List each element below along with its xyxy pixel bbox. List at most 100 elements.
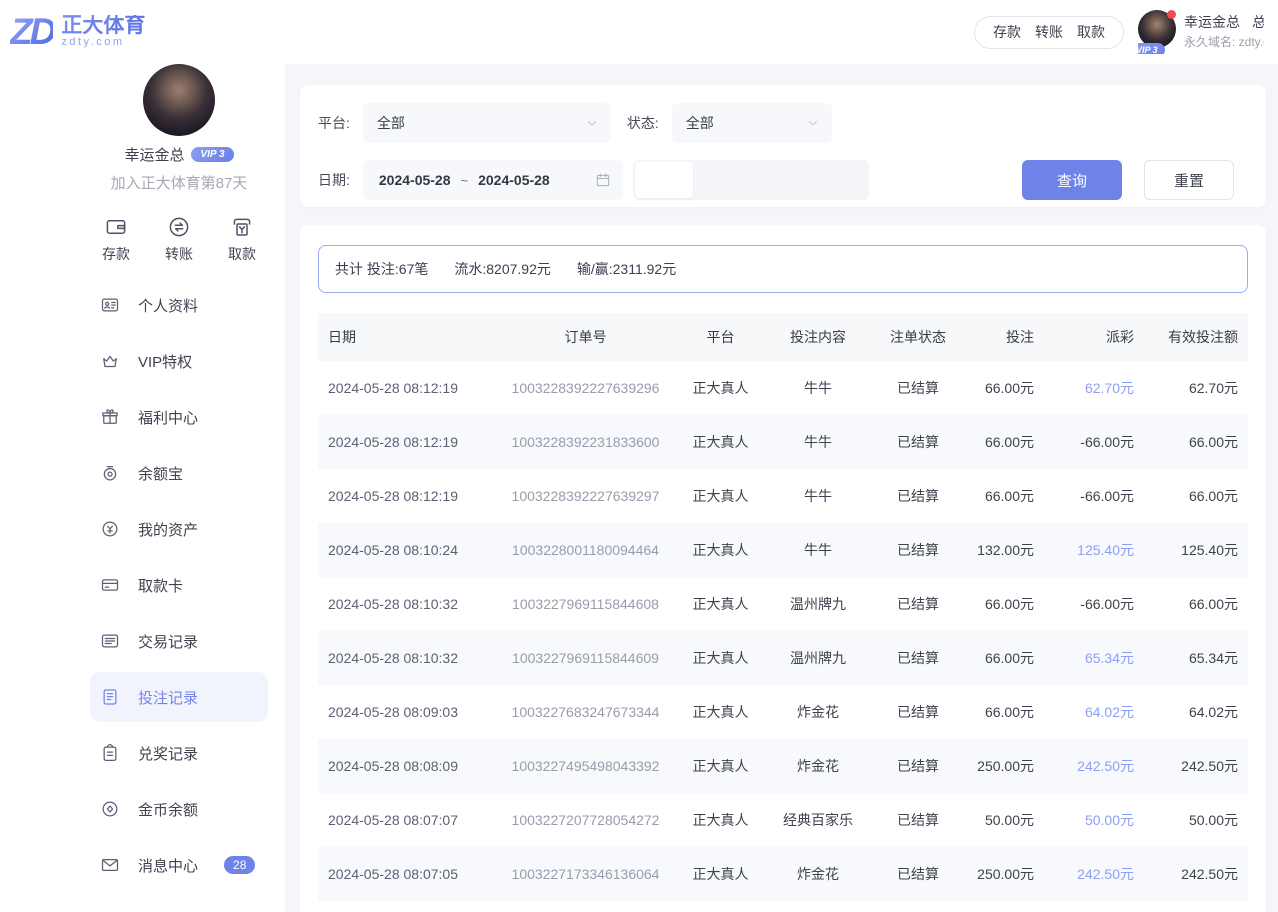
cell-bet-content: 经典百家乐 (763, 810, 873, 830)
deposit-link[interactable]: 存款 (993, 22, 1021, 42)
sidebar-item-assets[interactable]: 我的资产 (90, 504, 268, 554)
cell-bet-amount: 66.00元 (963, 378, 1048, 398)
cell-status: 已结算 (873, 648, 963, 668)
range-tab-today[interactable] (635, 162, 693, 198)
date-label: 日期: (318, 170, 350, 190)
permanent-domain: 永久域名: zdty.c (1184, 33, 1264, 51)
user-assets-label: 总资 (1252, 14, 1264, 30)
mail-icon (100, 855, 120, 875)
cell-bet-amount: 250.00元 (963, 864, 1048, 884)
quick-actions: 存款 转账 取款 (90, 215, 268, 264)
range-tab-last7[interactable] (751, 162, 809, 198)
summary-total: 共计 投注:67笔 (335, 259, 428, 279)
cell-payout: 65.34元 (1048, 648, 1148, 668)
range-tab-last30[interactable] (809, 162, 867, 198)
cell-valid-amount: 65.34元 (1148, 648, 1248, 668)
cell-status: 已结算 (873, 432, 963, 452)
search-button[interactable]: 查询 (1022, 160, 1122, 200)
cell-order-number: 1003228001180094464 (493, 542, 678, 558)
table-row: 2024-05-28 08:12:19 1003228392227639297 … (318, 469, 1248, 523)
cell-bet-content: 牛牛 (763, 540, 873, 560)
date-from: 2024-05-28 (379, 172, 451, 188)
filter-panel: 平台: 全部 状态: 全部 日期: 2024-05 (300, 85, 1266, 207)
cell-order-number: 1003227207728054272 (493, 812, 678, 828)
sidebar-item-profile[interactable]: 个人资料 (90, 280, 268, 330)
assets-icon (100, 519, 120, 539)
user-chip: VIP 3 幸运金总总资 永久域名: zdty.c (1138, 10, 1264, 54)
cell-order-number: 1003228392231833600 (493, 434, 678, 450)
table-row: 2024-05-28 08:07:05 1003227173346136064 … (318, 847, 1248, 901)
platform-label: 平台: (318, 113, 350, 133)
sidebar-item-vip[interactable]: VIP特权 (90, 336, 268, 386)
profile-avatar[interactable] (143, 64, 215, 136)
cell-bet-amount: 66.00元 (963, 432, 1048, 452)
cell-date: 2024-05-28 08:12:19 (318, 434, 493, 450)
cell-date: 2024-05-28 08:07:07 (318, 812, 493, 828)
table-row: 2024-05-28 08:10:32 1003227969115844609 … (318, 631, 1248, 685)
unread-count-badge: 28 (224, 856, 255, 874)
cell-payout: -66.00元 (1048, 486, 1148, 506)
cell-payout: 50.00元 (1048, 810, 1148, 830)
date-range-picker[interactable]: 2024-05-28 ~ 2024-05-28 (363, 160, 623, 200)
sidebar-item-bet-records[interactable]: 投注记录 (90, 672, 268, 722)
cell-valid-amount: 66.00元 (1148, 432, 1248, 452)
sidebar: 幸运金总 VIP 3 加入正大体育第87天 存款 转账 取款 (0, 64, 285, 912)
id-card-icon (100, 295, 120, 315)
wallet-icon (104, 215, 128, 239)
cell-platform: 正大真人 (678, 432, 763, 452)
cell-status: 已结算 (873, 378, 963, 398)
cell-bet-amount: 66.00元 (963, 486, 1048, 506)
sidebar-item-yuebao[interactable]: 余额宝 (90, 448, 268, 498)
vip-badge: VIP 3 (191, 147, 233, 162)
quick-action-withdraw[interactable]: 取款 (218, 215, 266, 264)
table-body: 2024-05-28 08:12:19 1003228392227639296 … (318, 361, 1248, 901)
cell-valid-amount: 62.70元 (1148, 378, 1248, 398)
cell-bet-content: 炸金花 (763, 756, 873, 776)
sidebar-item-redeem[interactable]: 兑奖记录 (90, 728, 268, 778)
cell-status: 已结算 (873, 540, 963, 560)
sidebar-item-feedback[interactable]: 意见反馈 (90, 896, 268, 912)
cell-platform: 正大真人 (678, 702, 763, 722)
brand-logo[interactable]: ZD 正大体育 zdty.com (10, 11, 168, 53)
sidebar-item-gold-balance[interactable]: 金币余额 (90, 784, 268, 834)
transaction-list-icon (100, 631, 120, 651)
summary-winloss: 输/赢:2311.92元 (577, 259, 676, 279)
sidebar-item-withdraw-card[interactable]: 取款卡 (90, 560, 268, 610)
status-label: 状态: (627, 113, 659, 133)
cell-status: 已结算 (873, 756, 963, 776)
cell-status: 已结算 (873, 810, 963, 830)
cell-platform: 正大真人 (678, 810, 763, 830)
cell-valid-amount: 242.50元 (1148, 864, 1248, 884)
table-row: 2024-05-28 08:08:09 1003227495498043392 … (318, 739, 1248, 793)
sidebar-item-transactions[interactable]: 交易记录 (90, 616, 268, 666)
cell-platform: 正大真人 (678, 594, 763, 614)
withdraw-link[interactable]: 取款 (1077, 22, 1105, 42)
cell-valid-amount: 66.00元 (1148, 486, 1248, 506)
range-tab-yesterday[interactable] (693, 162, 751, 198)
table-header: 日期 订单号 平台 投注内容 注单状态 投注 派彩 有效投注额 (318, 313, 1248, 361)
sidebar-item-messages[interactable]: 消息中心 28 (90, 840, 268, 890)
status-select[interactable]: 全部 (672, 103, 832, 143)
cell-order-number: 1003227173346136064 (493, 866, 678, 882)
table-row: 2024-05-28 08:10:32 1003227969115844608 … (318, 577, 1248, 631)
cell-date: 2024-05-28 08:10:32 (318, 596, 493, 612)
cell-order-number: 1003228392227639297 (493, 488, 678, 504)
cell-date: 2024-05-28 08:10:32 (318, 650, 493, 666)
calendar-icon (595, 172, 611, 188)
cell-bet-content: 温州牌九 (763, 648, 873, 668)
brand-logo-mark: ZD (10, 11, 53, 53)
crown-icon (100, 351, 120, 371)
cell-platform: 正大真人 (678, 486, 763, 506)
transfer-link[interactable]: 转账 (1035, 22, 1063, 42)
quick-action-deposit[interactable]: 存款 (92, 215, 140, 264)
cell-date: 2024-05-28 08:09:03 (318, 704, 493, 720)
cell-platform: 正大真人 (678, 540, 763, 560)
sidebar-item-welfare[interactable]: 福利中心 (90, 392, 268, 442)
brand-domain: zdty.com (61, 37, 145, 49)
quick-action-transfer[interactable]: 转账 (155, 215, 203, 264)
cell-bet-content: 牛牛 (763, 432, 873, 452)
reset-button[interactable]: 重置 (1144, 160, 1234, 200)
cell-platform: 正大真人 (678, 756, 763, 776)
platform-select[interactable]: 全部 (363, 103, 611, 143)
atm-icon (230, 215, 254, 239)
